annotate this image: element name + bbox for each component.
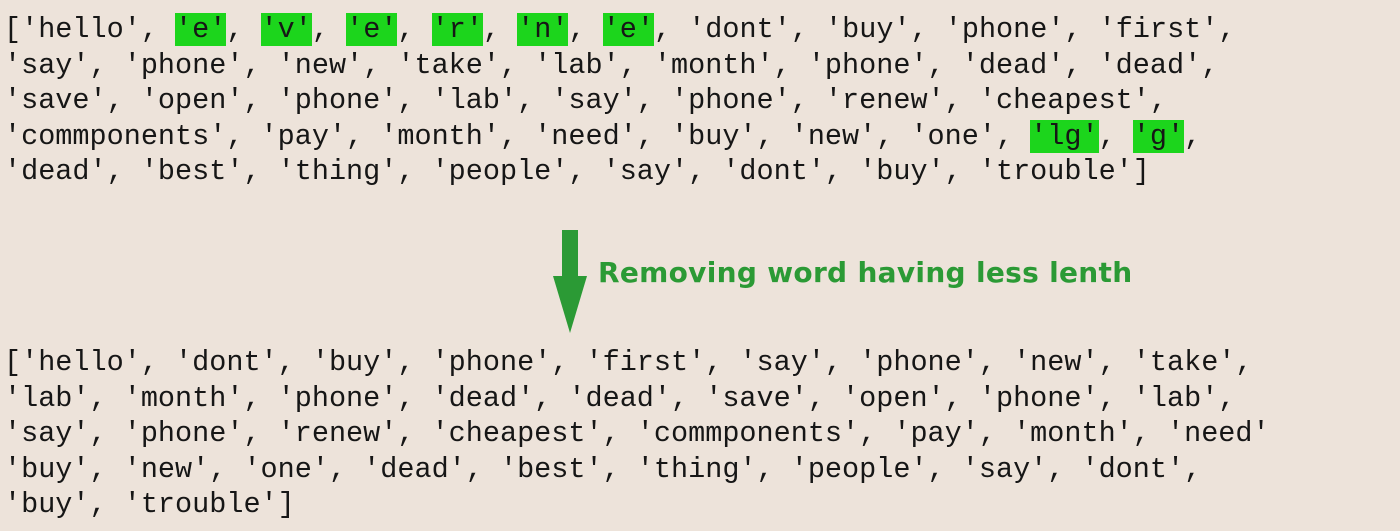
removal-caption: Removing word having less lenth [598,256,1133,289]
highlighted-short-token: 'e' [602,13,654,46]
code-line: 'dead', 'best', 'thing', 'people', 'say'… [4,154,1236,190]
code-line: 'say', 'phone', 'renew', 'cheapest', 'co… [4,417,1270,450]
code-line: 'commponents', 'pay', 'month', 'need', '… [4,119,1236,155]
token-text: ['hello', [4,13,176,46]
token-text: 'dead', 'best', 'thing', 'people', 'say'… [4,155,1150,188]
token-text: , [311,13,347,46]
token-text: 'save', 'open', 'phone', 'lab', 'say', '… [4,84,1167,117]
token-text: , [568,13,603,46]
highlighted-short-token: 'lg' [1030,119,1099,153]
filtered-token-list: ['hello', 'dont', 'buy', 'phone', 'first… [4,345,1270,523]
highlighted-short-token: 'e' [346,13,398,46]
code-line: ['hello', 'dont', 'buy', 'phone', 'first… [4,346,1253,379]
token-text: 'commponents', 'pay', 'month', 'need', '… [4,119,1031,153]
token-text: , [1184,119,1202,153]
highlighted-short-token: 'e' [175,13,227,46]
highlighted-short-token: 'g' [1132,119,1185,153]
code-line: 'buy', 'new', 'one', 'dead', 'best', 'th… [4,452,1202,486]
original-token-list: ['hello', 'e', 'v', 'e', 'r', 'n', 'e', … [4,12,1236,190]
code-line: 'lab', 'month', 'phone', 'dead', 'dead',… [4,381,1236,415]
highlighted-short-token: 'n' [517,13,569,46]
token-text: 'say', 'phone', 'new', 'take', 'lab', 'm… [4,48,1219,82]
highlighted-short-token: 'r' [431,13,483,46]
token-text: , 'dont', 'buy', 'phone', 'first', [654,13,1236,46]
token-text: , [226,13,261,46]
token-text: , [482,13,518,46]
code-line: 'save', 'open', 'phone', 'lab', 'say', '… [4,83,1236,119]
code-line: 'buy', 'trouble'] [4,488,295,521]
code-line: ['hello', 'e', 'v', 'e', 'r', 'n', 'e', … [4,12,1236,48]
token-text: , [1098,119,1133,153]
highlighted-short-token: 'v' [260,13,312,46]
code-line: 'say', 'phone', 'new', 'take', 'lab', 'm… [4,48,1236,84]
down-arrow-icon [553,230,587,333]
token-text: , [397,13,432,46]
